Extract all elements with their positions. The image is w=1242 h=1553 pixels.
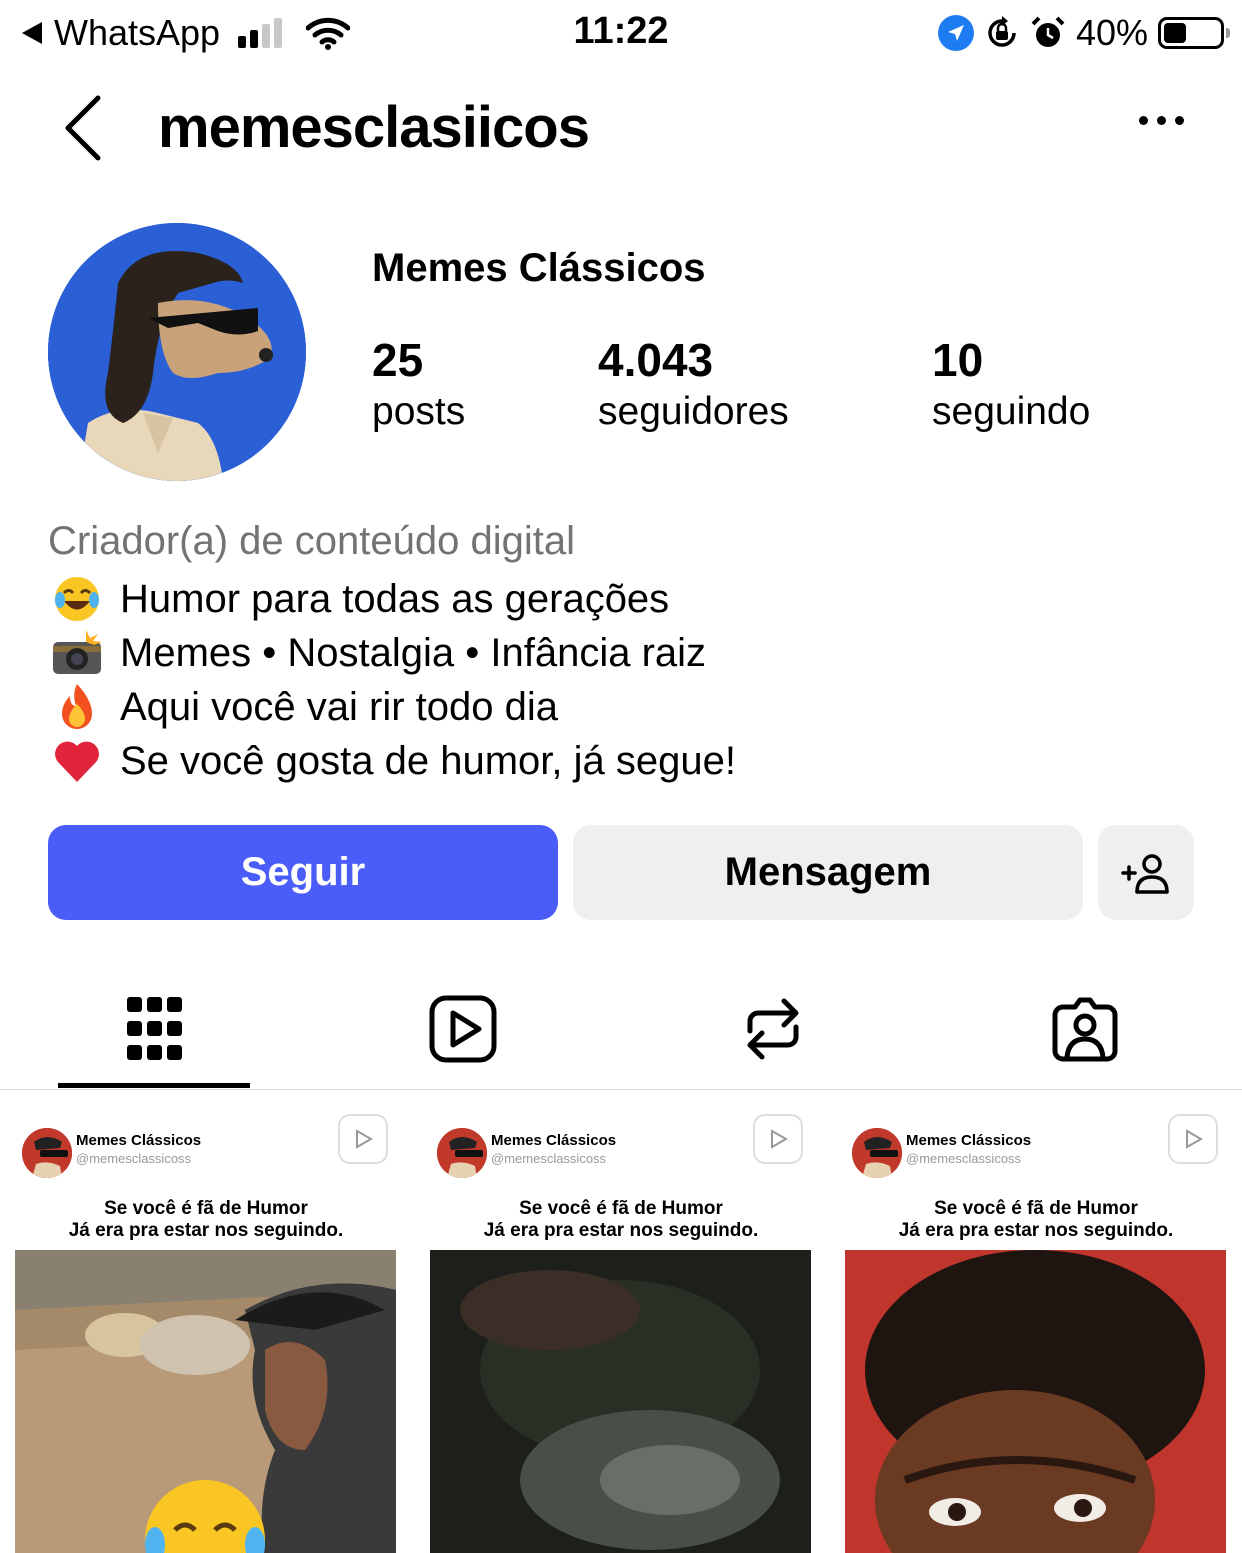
post-caption-line2: Já era pra estar nos seguindo. [898, 1220, 1174, 1241]
post-avatar [22, 1128, 72, 1178]
post-thumbnail[interactable]: Memes Clássicos @memesclassicoss Se você… [0, 1092, 412, 1553]
reels-icon [429, 995, 497, 1063]
alarm-icon [1031, 16, 1065, 47]
following-stat[interactable]: 10 seguindo [932, 334, 1090, 438]
reel-icon [1168, 1114, 1218, 1164]
message-button[interactable]: Mensagem [573, 825, 1083, 920]
post-media-image [430, 1250, 811, 1553]
location-arrow-icon [937, 15, 974, 51]
status-bar: WhatsApp 11:22 40% [0, 0, 1242, 64]
battery-percent: 40% [1075, 12, 1148, 53]
profile-display-name: Memes Clássicos [372, 246, 706, 290]
reel-icon [753, 1114, 803, 1164]
post-author-name: Memes Clássicos [491, 1132, 617, 1149]
reel-icon [338, 1114, 388, 1164]
post-caption-line2: Já era pra estar nos seguindo. [68, 1220, 344, 1241]
battery-icon [1158, 17, 1230, 49]
rotation-lock-icon [988, 16, 1016, 47]
bio-line: Memes • Nostalgia • Infância raiz [48, 626, 736, 680]
post-media-image [845, 1250, 1226, 1553]
followers-label: seguidores [598, 390, 789, 433]
profile-tabs [0, 970, 1242, 1090]
profile-avatar[interactable] [48, 223, 306, 481]
active-tab-indicator [58, 1083, 250, 1088]
bio-text: Se você gosta de humor, já segue! [120, 738, 736, 783]
tagged-icon [1052, 997, 1118, 1062]
follow-button[interactable]: Seguir [48, 825, 558, 920]
profile-bio: Humor para todas as gerações Memes • Nos… [48, 572, 736, 788]
post-caption-line1: Se você é fã de Humor [104, 1198, 308, 1219]
post-author-name: Memes Clássicos [906, 1132, 1032, 1149]
tab-reposts[interactable] [678, 970, 868, 1088]
bio-text: Aqui você vai rir todo dia [120, 684, 559, 729]
post-caption-line1: Se você é fã de Humor [519, 1198, 723, 1219]
tab-reels[interactable] [368, 970, 558, 1088]
post-thumbnail[interactable]: Memes Clássicos @memesclassicoss Se você… [830, 1092, 1242, 1553]
following-count: 10 [932, 334, 984, 386]
suggest-people-button[interactable] [1098, 825, 1194, 920]
laughing-tears-emoji-icon [48, 574, 106, 624]
profile-username: memesclasiicos [158, 95, 590, 160]
tab-grid[interactable] [60, 970, 250, 1088]
bio-line: Humor para todas as gerações [48, 572, 736, 626]
bio-text: Humor para todas as gerações [120, 576, 670, 621]
following-label: seguindo [932, 390, 1091, 433]
post-avatar [852, 1128, 902, 1178]
followers-count: 4.043 [598, 334, 714, 386]
fire-emoji-icon [48, 682, 106, 732]
more-options-icon[interactable] [1139, 116, 1184, 125]
bio-text: Memes • Nostalgia • Infância raiz [120, 630, 707, 675]
profile-category: Criador(a) de conteúdo digital [48, 519, 575, 563]
add-person-icon [1121, 853, 1169, 894]
posts-stat[interactable]: 25 posts [372, 334, 465, 438]
post-avatar [437, 1128, 487, 1178]
post-media-image [15, 1250, 396, 1553]
post-author-handle: @memesclassicoss [76, 1151, 192, 1166]
camera-flash-emoji-icon [48, 628, 106, 678]
avatar-dog-image [48, 223, 306, 481]
posts-label: posts [372, 390, 466, 433]
bio-line: Aqui você vai rir todo dia [48, 680, 736, 734]
posts-count: 25 [372, 334, 424, 386]
post-author-name: Memes Clássicos [76, 1132, 202, 1149]
bio-line: Se você gosta de humor, já segue! [48, 734, 736, 788]
post-author-handle: @memesclassicoss [906, 1151, 1022, 1166]
post-author-handle: @memesclassicoss [491, 1151, 607, 1166]
tab-tagged[interactable] [990, 970, 1180, 1088]
reposts-icon [747, 998, 799, 1060]
back-chevron-icon[interactable] [58, 92, 110, 164]
post-caption-line2: Já era pra estar nos seguindo. [483, 1220, 759, 1241]
grid-icon [127, 997, 182, 1060]
red-heart-emoji-icon [48, 736, 106, 786]
profile-header: memesclasiicos [0, 80, 1242, 176]
post-thumbnail[interactable]: Memes Clássicos @memesclassicoss Se você… [415, 1092, 827, 1553]
followers-stat[interactable]: 4.043 seguidores [598, 334, 789, 438]
posts-grid: Memes Clássicos @memesclassicoss Se você… [0, 1092, 1242, 1553]
post-caption-line1: Se você é fã de Humor [934, 1198, 1138, 1219]
